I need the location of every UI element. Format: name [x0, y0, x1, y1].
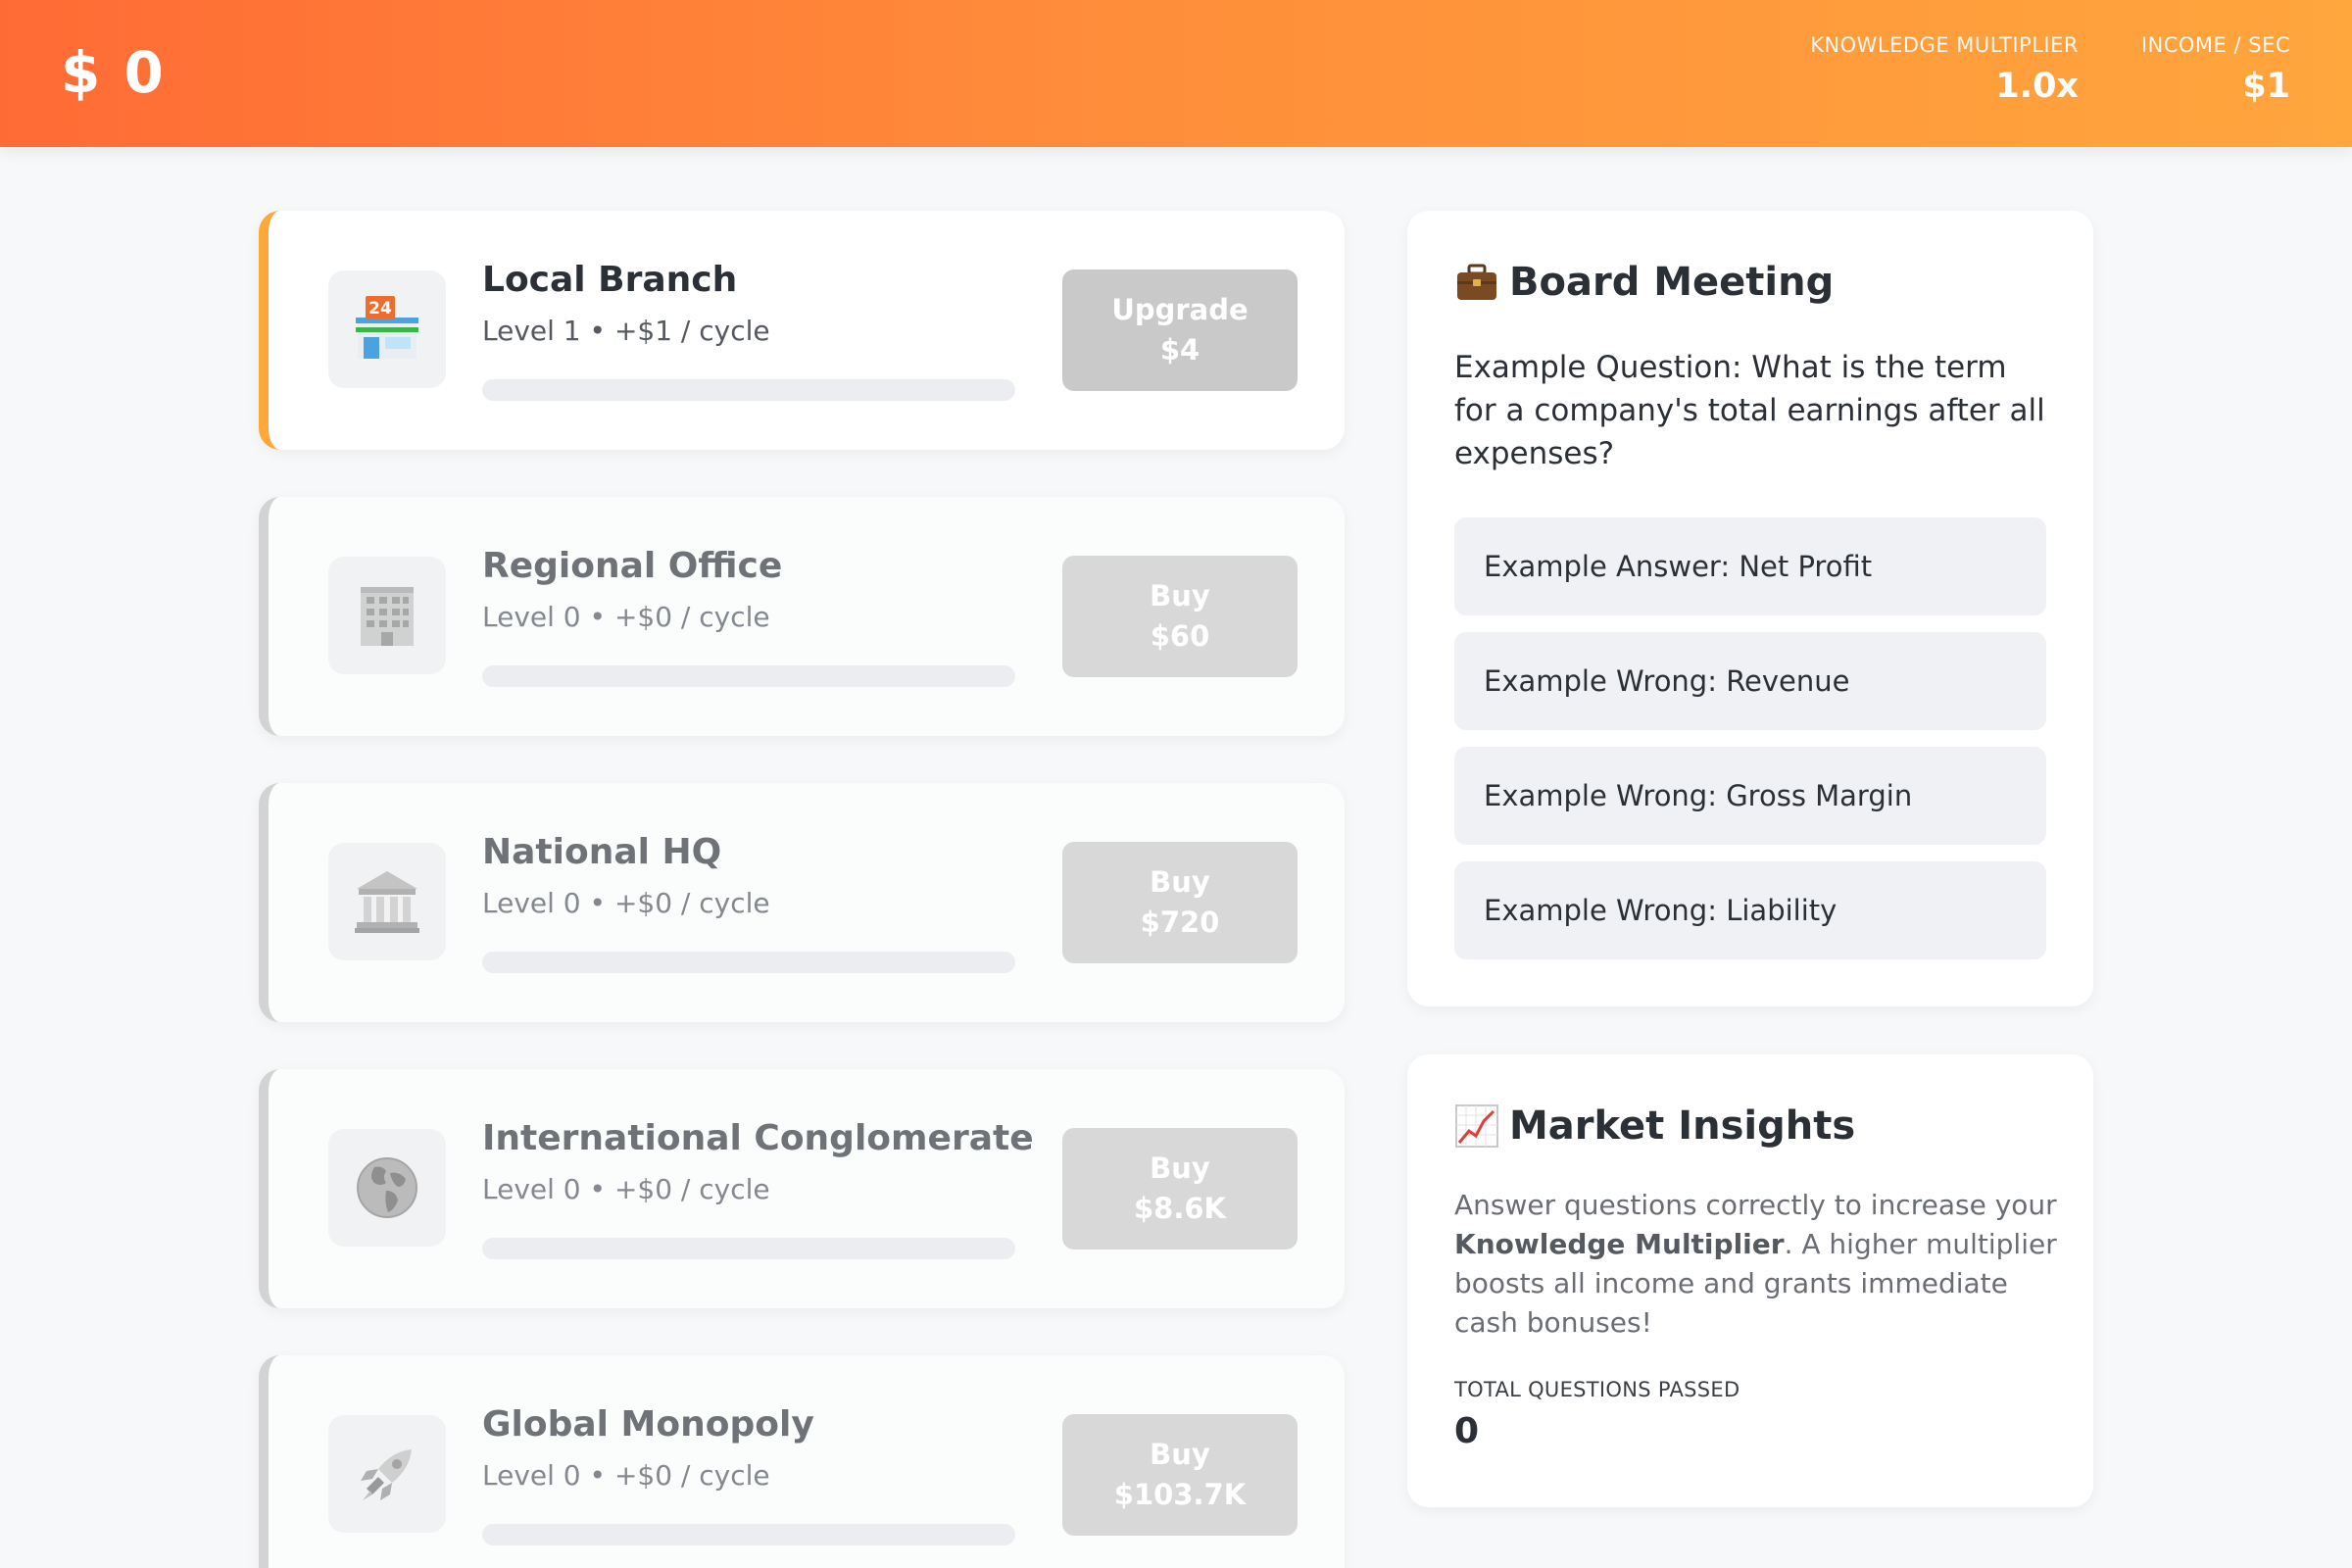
business-name: Local Branch — [482, 260, 738, 300]
board-meeting-title: Board Meeting — [1454, 260, 1834, 305]
button-price: $720 — [1140, 906, 1220, 939]
button-price: $4 — [1159, 333, 1200, 367]
button-action: Buy — [1150, 579, 1210, 612]
multiplier-value: 1.0x — [1995, 67, 2079, 106]
buy-button[interactable]: Buy $8.6K — [1062, 1128, 1298, 1250]
button-action: Buy — [1150, 865, 1210, 899]
business-card-regional-office: Regional Office Level 0 • +$0 / cycle Bu… — [259, 497, 1345, 736]
income-label: INCOME / SEC — [2140, 33, 2290, 57]
business-name: Global Monopoly — [482, 1404, 814, 1445]
business-name: National HQ — [482, 832, 722, 872]
answer-option[interactable]: Example Wrong: Gross Margin — [1454, 747, 2046, 845]
top-bar: $ 0 KNOWLEDGE MULTIPLIER 1.0x INCOME / S… — [0, 0, 2352, 147]
market-insights-panel: Market Insights Answer questions correct… — [1407, 1054, 2093, 1507]
business-card-national-hq: National HQ Level 0 • +$0 / cycle Buy $7… — [259, 783, 1345, 1022]
business-card-global-monopoly: Global Monopoly Level 0 • +$0 / cycle Bu… — [259, 1355, 1345, 1568]
button-action: Buy — [1150, 1152, 1210, 1185]
board-meeting-title-text: Board Meeting — [1509, 260, 1835, 305]
chart-increasing-icon — [1454, 1103, 1499, 1149]
insights-text-before: Answer questions correctly to increase y… — [1454, 1189, 2057, 1221]
multiplier-label: KNOWLEDGE MULTIPLIER — [1810, 33, 2079, 57]
knowledge-multiplier-term: Knowledge Multiplier — [1454, 1228, 1785, 1260]
quiz-question: Example Question: What is the term for a… — [1454, 350, 2045, 471]
buy-button[interactable]: Buy $720 — [1062, 842, 1298, 963]
button-action: Upgrade — [1111, 293, 1249, 326]
svg-text:24: 24 — [368, 299, 392, 318]
board-meeting-panel: Board Meeting Example Question: What is … — [1407, 211, 2093, 1006]
convenience-store-icon: 24 — [328, 270, 446, 388]
business-name: International Conglomerate — [482, 1118, 1034, 1158]
business-progress-bar — [482, 1238, 1015, 1259]
business-level: Level 0 • +$0 / cycle — [482, 1173, 770, 1205]
briefcase-icon — [1454, 260, 1499, 305]
cash-balance: $ 0 — [61, 39, 166, 106]
business-level: Level 0 • +$0 / cycle — [482, 887, 770, 919]
globe-icon — [328, 1129, 446, 1247]
button-price: $60 — [1150, 619, 1210, 653]
market-insights-title: Market Insights — [1454, 1103, 1855, 1149]
answer-option[interactable]: Example Answer: Net Profit — [1454, 517, 2046, 615]
button-price: $103.7K — [1113, 1478, 1247, 1511]
business-name: Regional Office — [482, 546, 783, 586]
multiplier-stat: KNOWLEDGE MULTIPLIER 1.0x — [1810, 33, 2079, 106]
upgrade-button[interactable]: Upgrade $4 — [1062, 270, 1298, 391]
button-action: Buy — [1150, 1438, 1210, 1471]
buy-button[interactable]: Buy $60 — [1062, 556, 1298, 677]
business-progress-bar — [482, 952, 1015, 973]
answer-option[interactable]: Example Wrong: Revenue — [1454, 632, 2046, 730]
business-level: Level 0 • +$0 / cycle — [482, 1459, 770, 1492]
questions-passed-value: 0 — [1454, 1411, 1480, 1451]
business-card-international-conglomerate: International Conglomerate Level 0 • +$0… — [259, 1069, 1345, 1308]
business-progress-bar — [482, 379, 1015, 401]
business-level: Level 1 • +$1 / cycle — [482, 315, 770, 347]
questions-passed-label: TOTAL QUESTIONS PASSED — [1454, 1378, 1740, 1401]
business-progress-bar — [482, 1524, 1015, 1545]
income-value: $1 — [2242, 67, 2290, 106]
button-price: $8.6K — [1133, 1192, 1227, 1225]
rocket-icon — [328, 1415, 446, 1533]
income-stat: INCOME / SEC $1 — [2141, 33, 2290, 106]
office-building-icon — [328, 557, 446, 674]
buy-button[interactable]: Buy $103.7K — [1062, 1414, 1298, 1536]
business-level: Level 0 • +$0 / cycle — [482, 601, 770, 633]
business-card-local-branch: 24 Local Branch Level 1 • +$1 / cycle Up… — [259, 211, 1345, 450]
business-progress-bar — [482, 665, 1015, 687]
classical-building-icon — [328, 843, 446, 960]
market-insights-title-text: Market Insights — [1509, 1103, 1856, 1149]
answer-option[interactable]: Example Wrong: Liability — [1454, 861, 2046, 959]
insights-description: Answer questions correctly to increase y… — [1454, 1186, 2062, 1343]
